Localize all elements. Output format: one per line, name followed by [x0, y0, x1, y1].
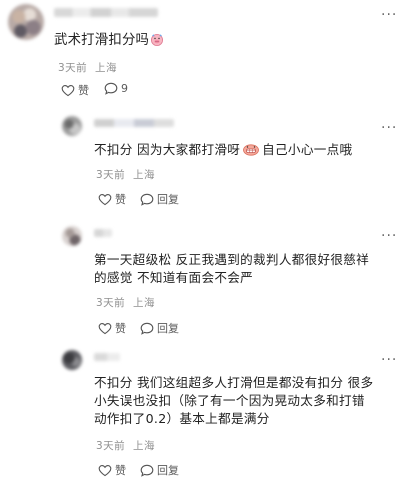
reply-3-like-label: 赞 — [115, 464, 126, 477]
reply-3-more-icon[interactable]: ··· — [381, 353, 397, 367]
reply-1-meta: 3天前 上海 — [96, 167, 155, 182]
reply-3-avatar[interactable] — [62, 350, 82, 370]
speech-bubble-icon — [140, 464, 154, 477]
heart-outline-icon — [98, 193, 112, 206]
main-comment-reply-button[interactable]: 9 — [104, 82, 128, 95]
main-comment-text-body: 武术打滑扣分吗 — [54, 33, 150, 48]
main-comment-like-button[interactable]: 赞 — [61, 82, 89, 98]
main-comment-like-label: 赞 — [78, 84, 89, 97]
reply-2-more-icon[interactable]: ··· — [381, 229, 397, 243]
main-comment-meta: 3天前 上海 — [58, 60, 117, 75]
speech-bubble-icon — [140, 322, 154, 335]
reply-2-text-line-2: 的感觉 不知道有面会不会严 — [94, 270, 254, 285]
heart-outline-icon — [98, 464, 112, 477]
reply-1-like-button[interactable]: 赞 — [98, 191, 126, 207]
reply-2-like-button[interactable]: 赞 — [98, 320, 126, 336]
main-comment-location: 上海 — [95, 62, 118, 74]
reply-2-like-label: 赞 — [115, 322, 126, 335]
reply-2-reply-label: 回复 — [157, 322, 179, 335]
main-comment-username[interactable] — [54, 8, 158, 17]
reply-2-location: 上海 — [133, 297, 156, 309]
reply-1-username[interactable] — [94, 119, 174, 127]
reply-1-location: 上海 — [133, 169, 156, 181]
reply-1-text-part1: 不扣分 因为大家都打滑呀 — [94, 142, 241, 157]
reply-1-text: 不扣分 因为大家都打滑呀 自己小心一点哦 — [94, 140, 352, 160]
reply-2-time: 3天前 — [96, 297, 126, 309]
reply-3-text-line-3: 动作扣了0.2）基本上都是满分 — [94, 411, 270, 426]
main-comment-time: 3天前 — [58, 62, 88, 74]
reply-2-text-line-1: 第一天超级松 反正我遇到的裁判人都很好很慈祥 — [94, 252, 370, 267]
reply-3-username[interactable] — [94, 353, 120, 361]
reply-1-time: 3天前 — [96, 169, 126, 181]
speech-bubble-icon — [140, 193, 154, 206]
speech-bubble-icon — [104, 82, 118, 95]
reply-1-reply-button[interactable]: 回复 — [140, 191, 179, 207]
main-comment-avatar[interactable] — [8, 4, 44, 40]
reply-1-like-label: 赞 — [115, 193, 126, 206]
main-comment-text: 武术打滑扣分吗 — [54, 31, 164, 51]
main-comment-more-icon[interactable]: ··· — [381, 8, 397, 22]
reply-1-avatar[interactable] — [62, 116, 82, 136]
reply-3-text-line-1: 不扣分 我们这组超多人打滑但是都没有扣分 很多 — [94, 375, 374, 390]
reply-3-location: 上海 — [133, 440, 156, 452]
heart-outline-icon — [98, 322, 112, 335]
reply-1-reply-label: 回复 — [157, 193, 179, 206]
reply-3-reply-button[interactable]: 回复 — [140, 462, 179, 478]
reply-2-meta: 3天前 上海 — [96, 295, 155, 310]
reply-3-like-button[interactable]: 赞 — [98, 462, 126, 478]
reply-2-reply-button[interactable]: 回复 — [140, 320, 179, 336]
heart-outline-icon — [61, 84, 75, 97]
reply-3-meta: 3天前 上海 — [96, 438, 155, 453]
reply-2-avatar[interactable] — [62, 226, 82, 246]
reply-3-time: 3天前 — [96, 440, 126, 452]
main-comment-reply-count: 9 — [121, 82, 128, 95]
grimace-emoji-icon — [242, 142, 260, 156]
reply-2-username[interactable] — [94, 229, 112, 237]
reply-3-text-line-2: 小失误也没扣（除了有一个因为晃动太多和打错 — [94, 393, 365, 408]
reply-3-reply-label: 回复 — [157, 464, 179, 477]
reply-1-text-part2: 自己小心一点哦 — [262, 142, 353, 157]
reply-1-more-icon[interactable]: ··· — [381, 121, 397, 135]
pig-face-emoji-icon — [150, 33, 164, 46]
